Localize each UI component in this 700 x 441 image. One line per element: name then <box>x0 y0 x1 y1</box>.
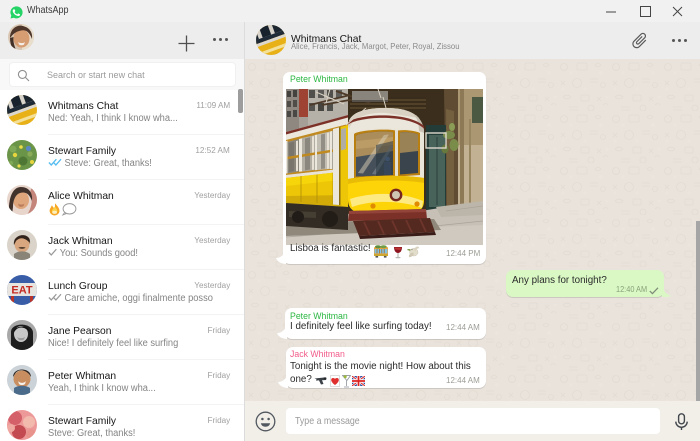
svg-text:EAT: EAT <box>11 285 32 297</box>
